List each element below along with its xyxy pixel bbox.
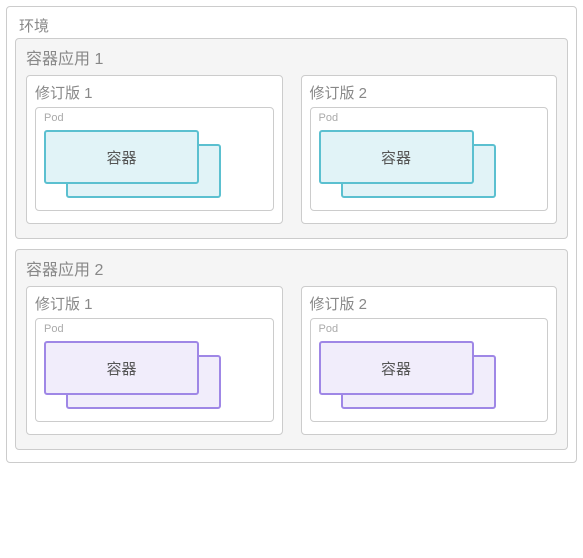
environment-box: 环境 容器应用 1 修订版 1 Pod 容器 修订版 2 Pod	[6, 6, 577, 463]
container-stack: 容器	[319, 130, 540, 200]
container-app-2-label: 容器应用 2	[26, 256, 557, 280]
pod-box: Pod 容器	[35, 318, 274, 422]
container-card-front: 容器	[319, 341, 474, 395]
container-card-front: 容器	[44, 130, 199, 184]
revision-label: 修订版 1	[35, 82, 274, 103]
container-stack: 容器	[319, 341, 540, 411]
pod-box: Pod 容器	[310, 107, 549, 211]
revision-2-2: 修订版 2 Pod 容器	[301, 286, 558, 435]
revision-2-1: 修订版 1 Pod 容器	[26, 286, 283, 435]
revisions-row: 修订版 1 Pod 容器 修订版 2 Pod 容器	[26, 75, 557, 224]
pod-label: Pod	[44, 112, 265, 124]
pod-box: Pod 容器	[310, 318, 549, 422]
revision-label: 修订版 2	[310, 293, 549, 314]
pod-label: Pod	[319, 112, 540, 124]
container-stack: 容器	[44, 341, 265, 411]
revision-1-2: 修订版 2 Pod 容器	[301, 75, 558, 224]
revisions-row: 修订版 1 Pod 容器 修订版 2 Pod 容器	[26, 286, 557, 435]
environment-label: 环境	[15, 15, 568, 36]
pod-box: Pod 容器	[35, 107, 274, 211]
revision-1-1: 修订版 1 Pod 容器	[26, 75, 283, 224]
pod-label: Pod	[319, 323, 540, 335]
revision-label: 修订版 1	[35, 293, 274, 314]
container-card-front: 容器	[44, 341, 199, 395]
pod-label: Pod	[44, 323, 265, 335]
container-app-1-label: 容器应用 1	[26, 45, 557, 69]
container-app-2: 容器应用 2 修订版 1 Pod 容器 修订版 2 Pod	[15, 249, 568, 450]
revision-label: 修订版 2	[310, 82, 549, 103]
container-app-1: 容器应用 1 修订版 1 Pod 容器 修订版 2 Pod	[15, 38, 568, 239]
container-card-front: 容器	[319, 130, 474, 184]
container-stack: 容器	[44, 130, 265, 200]
